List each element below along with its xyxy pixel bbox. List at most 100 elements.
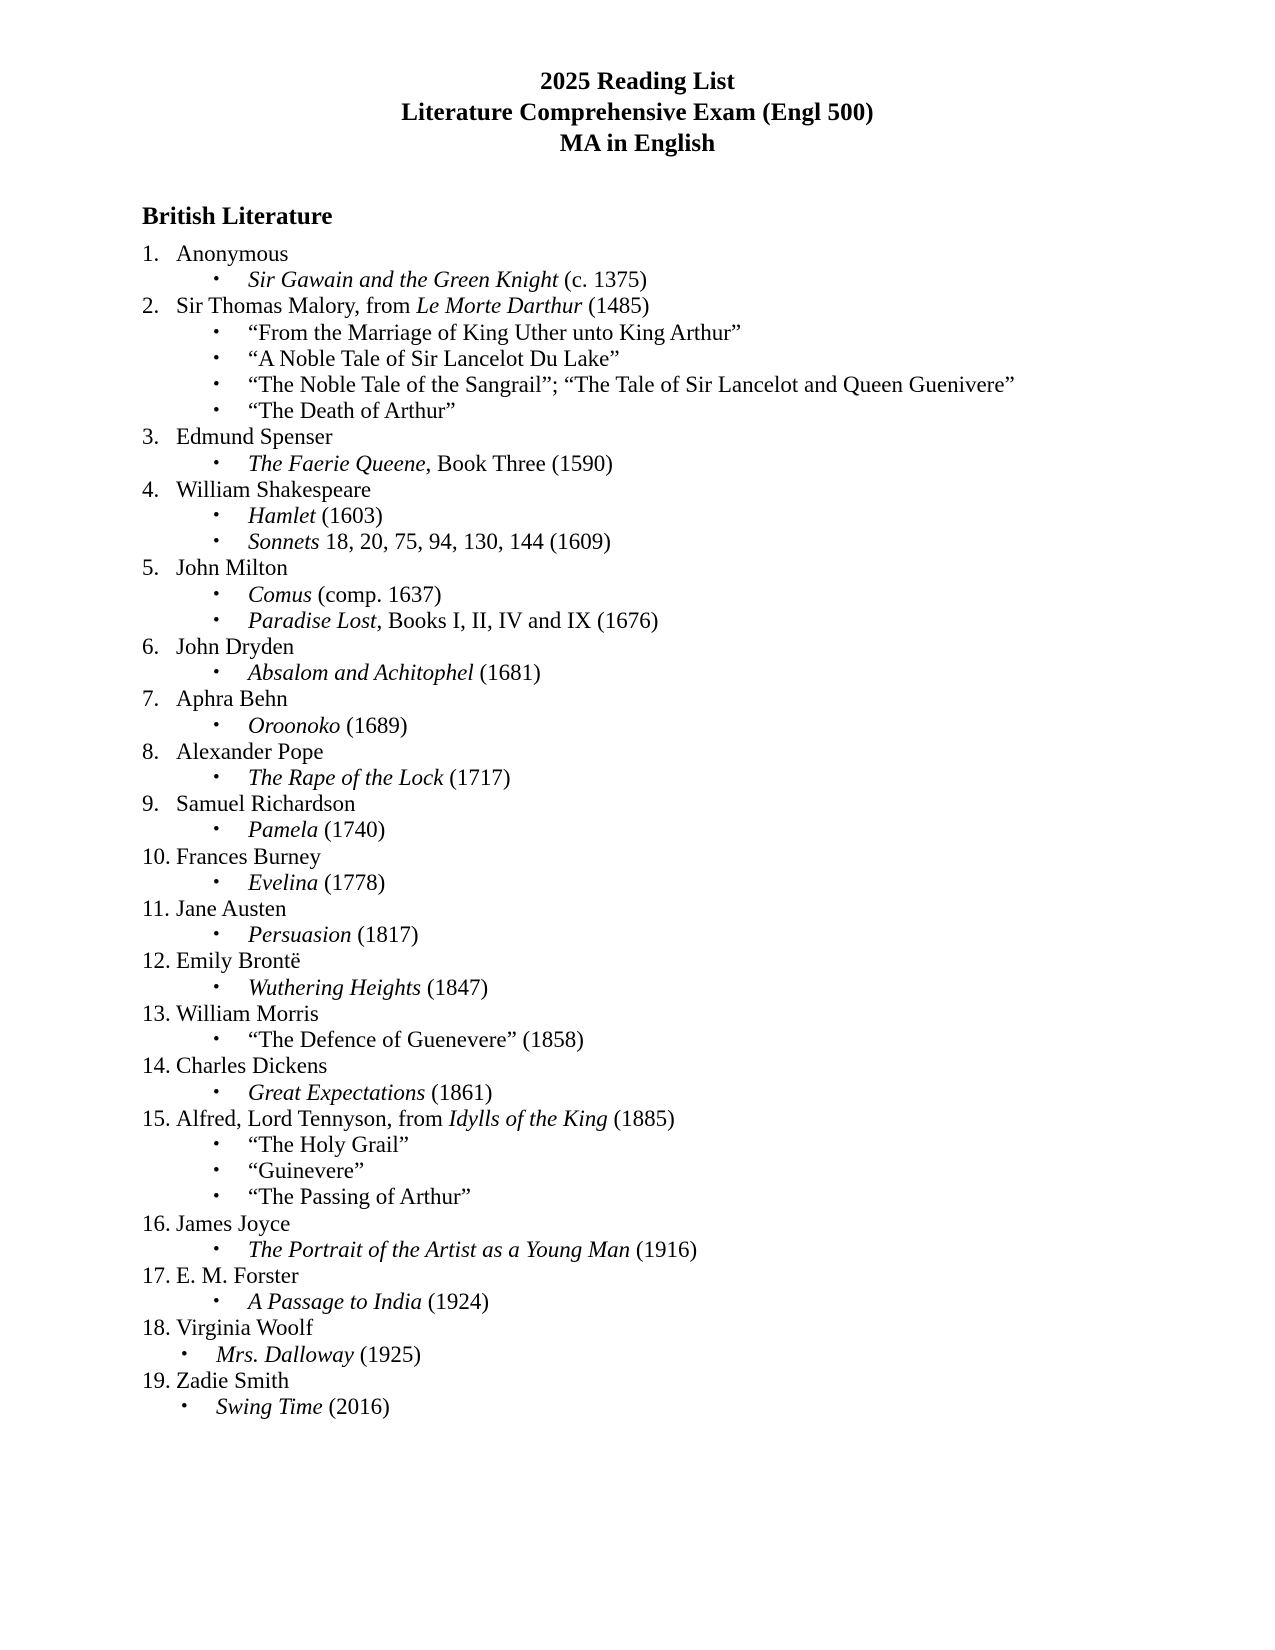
work-item: • Oroonoko (1689) — [0, 713, 1275, 739]
work-title: Wuthering Heights — [248, 974, 422, 1000]
work-list: • “The Holy Grail” • “Guinevere” • “The Passi… — [0, 1132, 1275, 1211]
author-name: Frances Burney — [176, 843, 321, 869]
author-number: 8. — [142, 738, 160, 764]
author-number: 15. — [142, 1105, 171, 1131]
author-entry: 5. John Milton • Comus (comp. 1637) • Paradis… — [0, 555, 1275, 634]
work-detail: , Book Three (1590) — [425, 450, 613, 476]
author-number: 3. — [142, 424, 160, 450]
bullet-icon: • — [213, 400, 220, 422]
work-title: Paradise Lost — [248, 607, 377, 633]
bullet-icon: • — [213, 714, 220, 736]
work-item: • Mrs. Dalloway (1925) — [0, 1342, 1275, 1368]
work-item: • “The Noble Tale of the Sangrail”; “The … — [0, 372, 1275, 398]
author-entry: 8. Alexander Pope • The Rape of the Lock (1… — [0, 739, 1275, 791]
work-title: Oroonoko — [248, 712, 341, 738]
work-list: • Sir Gawain and the Green Knight (c. 137… — [0, 267, 1275, 293]
author-entry: 10. Frances Burney • Evelina (1778) — [0, 844, 1275, 896]
bullet-icon: • — [213, 347, 220, 369]
work-item: • Sir Gawain and the Green Knight (c. 137… — [0, 267, 1275, 293]
work-detail: (1916) — [630, 1236, 698, 1262]
work-title: “The Passing of Arthur” — [248, 1184, 471, 1210]
bullet-icon: • — [213, 1160, 220, 1182]
work-list: • Pamela (1740) — [0, 817, 1275, 843]
work-title: “The Death of Arthur” — [248, 398, 456, 424]
author-line: 4. William Shakespeare — [0, 477, 1275, 503]
work-list: • Evelina (1778) — [0, 870, 1275, 896]
bullet-icon: • — [213, 1133, 220, 1155]
author-number: 6. — [142, 634, 160, 660]
bullet-icon: • — [181, 1395, 188, 1417]
work-detail: (2016) — [322, 1393, 390, 1419]
work-list: • Mrs. Dalloway (1925) — [0, 1342, 1275, 1368]
author-number: 1. — [142, 241, 160, 266]
author-name: Emily Brontë — [176, 948, 301, 974]
author-name: Edmund Spenser — [176, 424, 333, 450]
author-number: 16. — [142, 1210, 171, 1236]
bullet-icon: • — [181, 1343, 188, 1365]
author-line: 8. Alexander Pope — [0, 739, 1275, 765]
author-number: 17. — [142, 1262, 171, 1288]
work-title: Comus — [248, 581, 312, 607]
author-name: Charles Dickens — [176, 1053, 328, 1079]
author-number: 11. — [142, 896, 170, 922]
reading-list: 1. Anonymous • Sir Gawain and the Green Kni… — [0, 241, 1275, 1420]
author-name: Virginia Woolf — [176, 1315, 314, 1341]
work-item: • “The Holy Grail” — [0, 1132, 1275, 1158]
author-name: Anonymous — [176, 241, 289, 266]
work-detail: (1925) — [354, 1341, 422, 1367]
bullet-icon: • — [213, 976, 220, 998]
work-title: Swing Time — [216, 1393, 323, 1419]
author-number: 19. — [142, 1367, 171, 1393]
work-detail: (1689) — [340, 712, 408, 738]
work-item: • “The Death of Arthur” — [0, 398, 1275, 424]
work-detail: (1924) — [421, 1289, 490, 1315]
author-line: 9. Samuel Richardson — [0, 791, 1275, 817]
work-item: • Swing Time (2016) — [0, 1394, 1275, 1420]
work-detail: (1603) — [315, 503, 383, 529]
author-line: 3. Edmund Spenser — [0, 424, 1275, 450]
work-detail: (1847) — [421, 974, 489, 1000]
work-detail: (1740) — [318, 817, 386, 843]
author-number: 7. — [142, 686, 160, 712]
work-detail: , Books I, II, IV and IX (1676) — [376, 607, 659, 633]
work-title: Great Expectations — [248, 1079, 426, 1105]
author-entry: 4. William Shakespeare • Hamlet (1603) • Sonn… — [0, 477, 1275, 556]
document-page: 2025 Reading List Literature Comprehensi… — [0, 0, 1275, 1650]
author-number: 14. — [142, 1053, 171, 1079]
work-detail: (1681) — [473, 660, 541, 686]
author-source-title: Le Morte Darthur — [416, 293, 583, 319]
work-item: • Paradise Lost, Books I, II, IV and IX (… — [0, 608, 1275, 634]
author-entry: 14. Charles Dickens • Great Expectations (1… — [0, 1053, 1275, 1105]
author-line: 18. Virginia Woolf — [0, 1315, 1275, 1341]
work-list: • Great Expectations (1861) — [0, 1080, 1275, 1106]
work-item: • Hamlet (1603) — [0, 503, 1275, 529]
author-entry: 2. Sir Thomas Malory, from Le Morte Darth… — [0, 293, 1275, 424]
work-item: • The Portrait of the Artist as a Young M… — [0, 1237, 1275, 1263]
work-item: • Persuasion (1817) — [0, 922, 1275, 948]
work-title: Sir Gawain and the Green Knight — [248, 267, 559, 293]
author-source-year: (1885) — [607, 1105, 675, 1131]
work-detail: (1717) — [443, 765, 511, 791]
work-item: • “The Defence of Guenevere” (1858) — [0, 1027, 1275, 1053]
work-item: • The Faerie Queene, Book Three (1590) — [0, 451, 1275, 477]
bullet-icon: • — [213, 871, 220, 893]
bullet-icon: • — [213, 1291, 220, 1313]
work-title: Persuasion — [248, 922, 352, 948]
work-item: • “The Passing of Arthur” — [0, 1184, 1275, 1210]
author-name: Alfred, Lord Tennyson, from — [176, 1105, 449, 1131]
work-list: • A Passage to India (1924) — [0, 1289, 1275, 1315]
author-line: 11. Jane Austen — [0, 896, 1275, 922]
document-title-line-2: Literature Comprehensive Exam (Engl 500) — [401, 99, 874, 126]
work-title: “Guinevere” — [248, 1158, 365, 1184]
work-list: • Persuasion (1817) — [0, 922, 1275, 948]
work-detail: (1817) — [351, 922, 419, 948]
author-name: John Milton — [176, 555, 288, 581]
work-list: • Wuthering Heights (1847) — [0, 975, 1275, 1001]
bullet-icon: • — [213, 1029, 220, 1051]
author-line: 19. Zadie Smith — [0, 1368, 1275, 1394]
work-item: • Comus (comp. 1637) — [0, 582, 1275, 608]
author-line: 10. Frances Burney — [0, 844, 1275, 870]
work-list: • Oroonoko (1689) — [0, 713, 1275, 739]
author-name: Aphra Behn — [176, 686, 288, 712]
bullet-icon: • — [213, 662, 220, 684]
